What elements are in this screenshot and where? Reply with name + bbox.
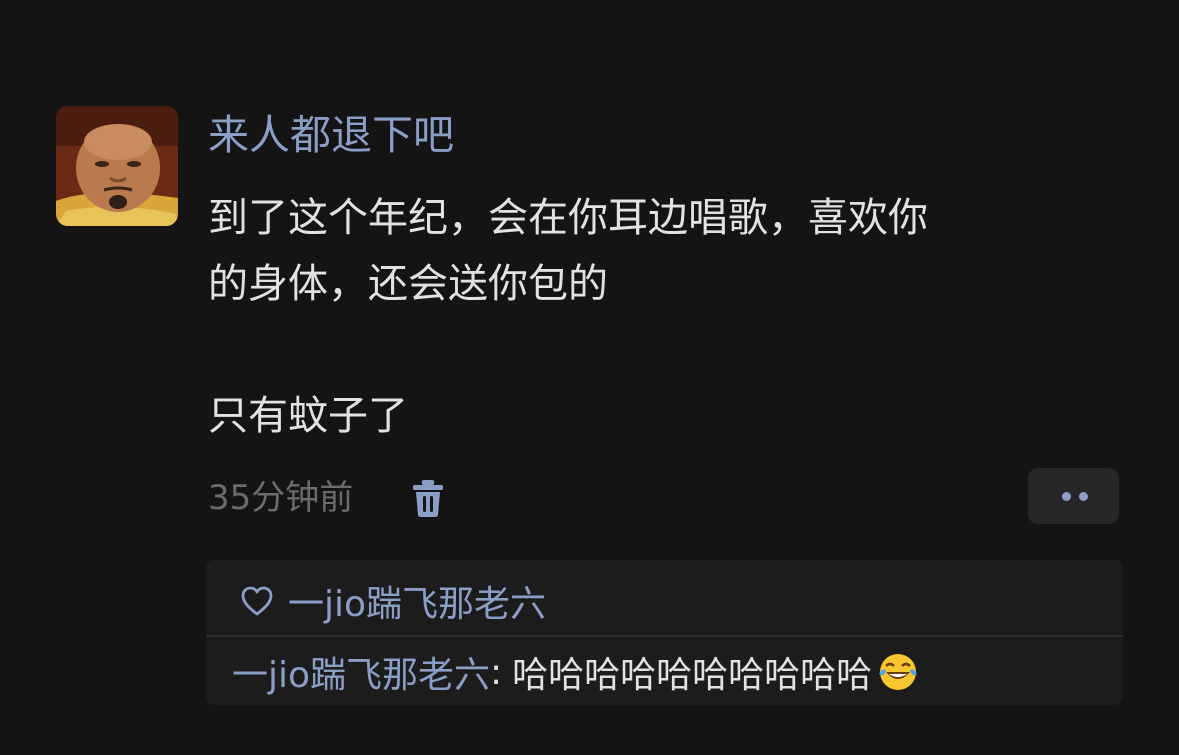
heart-outline-icon	[241, 586, 273, 616]
man-face-avatar-icon	[56, 106, 178, 226]
post-content: 到了这个年纪，会在你耳边唱歌，喜欢你 的身体，还会送你包的 只有蚊子了	[208, 185, 1108, 449]
moments-post: 来人都退下吧 到了这个年纪，会在你耳边唱歌，喜欢你 的身体，还会送你包的 只有蚊…	[0, 0, 1179, 755]
post-text-line: 到了这个年纪，会在你耳边唱歌，喜欢你	[208, 195, 928, 241]
more-dots-icon	[1062, 492, 1071, 501]
post-text-line: 的身体，还会送你包的	[208, 261, 608, 307]
comment-text: 哈哈哈哈哈哈哈哈哈哈	[512, 655, 873, 696]
commenter-name[interactable]: 一jio踹飞那老六	[232, 646, 490, 698]
post-text-line: 只有蚊子了	[208, 393, 408, 439]
comment-section: 一jio踹飞那老六 一jio踹飞那老六 : 哈哈哈哈哈哈哈哈哈哈	[206, 560, 1123, 705]
divider	[206, 635, 1123, 637]
comment-separator: :	[490, 651, 503, 693]
liker-name[interactable]: 一jio踹飞那老六	[288, 575, 546, 627]
tears-of-joy-emoji-icon	[879, 654, 918, 690]
trash-icon	[413, 480, 443, 517]
more-options-button[interactable]	[1028, 468, 1119, 524]
avatar[interactable]	[56, 106, 178, 226]
likes-row: 一jio踹飞那老六	[240, 574, 546, 628]
post-timestamp: 35分钟前	[208, 478, 354, 518]
more-dots-icon	[1079, 492, 1088, 501]
comment-item[interactable]: 一jio踹飞那老六 : 哈哈哈哈哈哈哈哈哈哈	[232, 644, 920, 700]
delete-button[interactable]	[410, 478, 446, 518]
post-username[interactable]: 来人都退下吧	[208, 106, 454, 164]
